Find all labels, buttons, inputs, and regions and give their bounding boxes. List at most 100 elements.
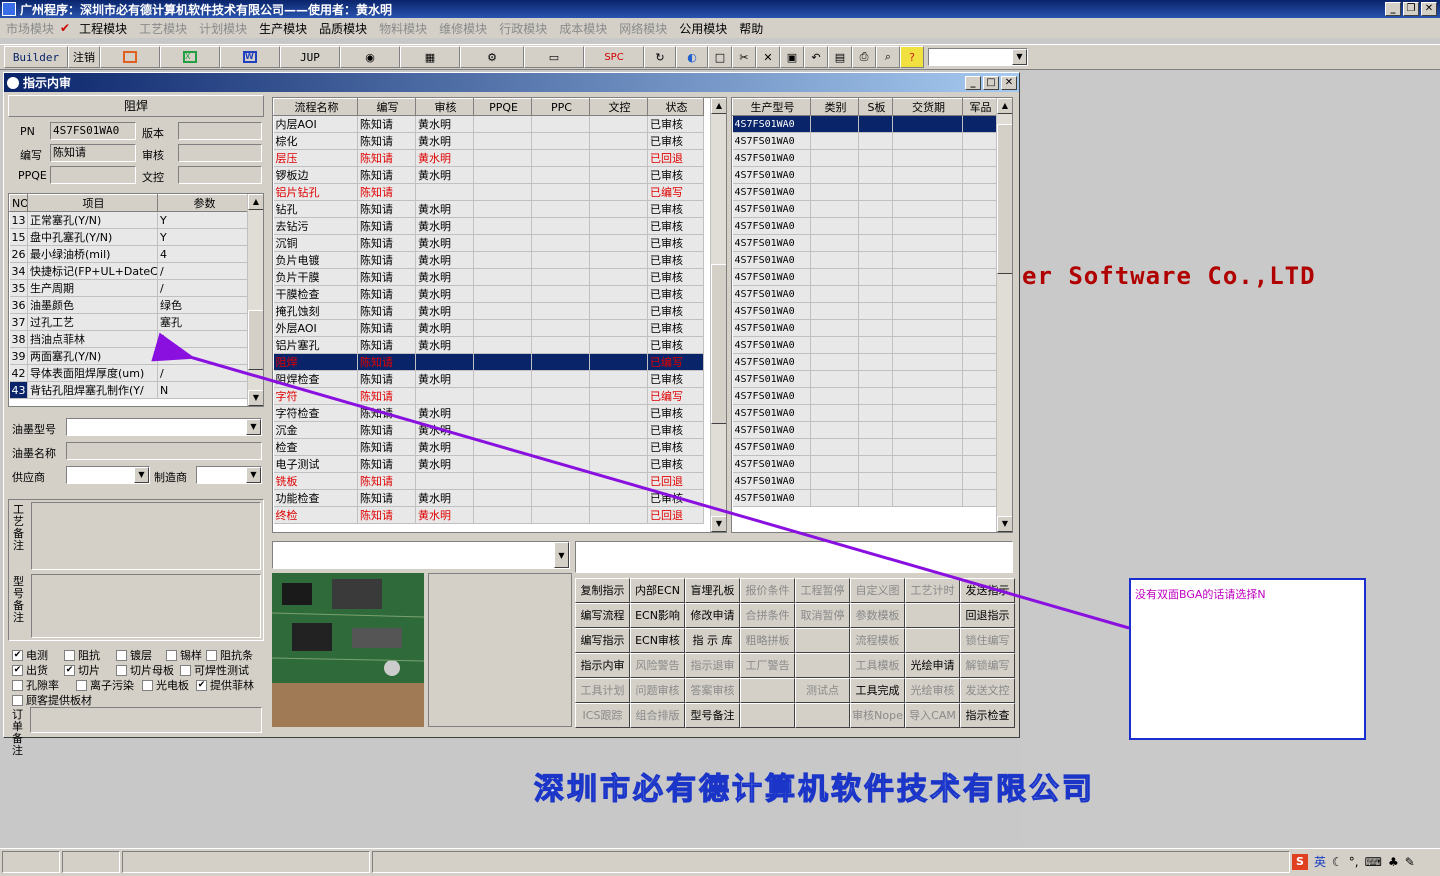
checkbox-box[interactable] [12,694,23,706]
flow-row[interactable]: 阻焊检查 陈知请 黄水明 已审核 [273,370,704,388]
model-scroll-down-icon[interactable]: ▼ [997,516,1012,532]
param-row[interactable]: 42 导体表面阻焊厚度(um) / [9,364,250,382]
model-header-cell[interactable]: 军品 [962,98,997,116]
model-header-cell[interactable]: 类别 [810,98,859,116]
flow-header-cell[interactable]: PPC [531,98,590,116]
action-button[interactable]: 工具完成 [850,678,905,703]
action-button[interactable] [795,653,850,678]
flow-row[interactable]: 负片电镀 陈知请 黄水明 已审核 [273,251,704,269]
model-row[interactable]: 4S7FS01WA0 [732,421,997,439]
new-file-icon[interactable]: □ [708,46,732,68]
action-button[interactable]: 报价条件 [740,578,795,603]
action-button[interactable]: 锁住编写 [960,628,1015,653]
checkbox-8[interactable]: 可焊性测试 [180,662,249,678]
supplier-select[interactable]: ▼ [66,466,150,484]
flow-header-cell[interactable]: PPQE [473,98,532,116]
flow-row[interactable]: 字符 陈知请 已编写 [273,387,704,405]
moon-icon[interactable]: ☾ [1332,855,1343,869]
help-icon[interactable]: ? [900,46,924,68]
flow-scroll-down-icon[interactable]: ▼ [711,516,726,532]
flow-row[interactable]: 内层AOI 陈知请 黄水明 已审核 [273,115,704,133]
word-icon[interactable]: W [220,46,280,68]
action-button[interactable]: 工程暂停 [795,578,850,603]
restore-button[interactable]: ❐ [1403,2,1419,16]
checkbox-2[interactable]: 镀层 [116,647,152,663]
action-button[interactable]: 工艺计时 [905,578,960,603]
param-row[interactable]: 35 生产周期 / [9,279,250,297]
action-button[interactable]: 光绘审核 [905,678,960,703]
action-button[interactable] [795,703,850,728]
flow-row[interactable]: 终检 陈知请 黄水明 已回退 [273,506,704,524]
model-scroll-thumb[interactable] [997,124,1012,274]
model-row[interactable]: 4S7FS01WA0 [732,268,997,286]
action-button[interactable]: 工厂警告 [740,653,795,678]
flow-row[interactable]: 字符检查 陈知请 黄水明 已审核 [273,404,704,422]
action-button[interactable]: 盲埋孔板 [685,578,740,603]
model-row[interactable]: 4S7FS01WA0 [732,302,997,320]
flow-row[interactable]: 掩孔蚀刻 陈知请 黄水明 已审核 [273,302,704,320]
checkbox-5[interactable]: ✔ 出货 [12,662,48,678]
model-row[interactable]: 4S7FS01WA0 [732,251,997,269]
ink-name-field[interactable] [66,442,262,460]
menu-item-5[interactable]: 品质模块 [313,20,373,37]
model-row[interactable]: 4S7FS01WA0 [732,183,997,201]
checkbox-1[interactable]: 阻抗 [64,647,100,663]
database-icon[interactable]: ▦ [400,46,460,68]
checkbox-6[interactable]: ✔ 切片 [64,662,100,678]
checkbox-box[interactable]: ✔ [64,664,75,676]
scroll-up-icon[interactable]: ▲ [248,194,263,210]
flow-row[interactable]: 锣板边 陈知请 黄水明 已审核 [273,166,704,184]
checkbox-0[interactable]: ✔ 电测 [12,647,48,663]
keyboard-icon[interactable]: ⌨ [1365,855,1382,869]
param-header-item[interactable]: 项目 [27,194,158,212]
find-icon[interactable]: ⌕ [876,46,900,68]
craft-note-field[interactable] [31,502,261,570]
action-button[interactable]: 复制指示 [575,578,630,603]
action-button[interactable]: ECN影响 [630,603,685,628]
action-button[interactable]: 参数模板 [850,603,905,628]
builder-button[interactable]: Builder [4,46,68,68]
version-field[interactable] [178,122,262,140]
action-button[interactable]: 流程模板 [850,628,905,653]
sogou-icon[interactable]: S [1292,853,1308,870]
wenkong-field[interactable] [178,166,262,184]
jup-button[interactable]: JUP [280,46,340,68]
toolbar-dropdown[interactable]: ▼ [928,48,1028,66]
logout-button[interactable]: 注销 [68,46,100,68]
order-note-field[interactable] [30,707,262,733]
checkbox-box[interactable] [116,649,127,661]
flow-row[interactable]: 沉铜 陈知请 黄水明 已审核 [273,234,704,252]
param-row[interactable]: 15 盘中孔塞孔(Y/N) Y [9,228,250,246]
flow-scroll-up-icon[interactable]: ▲ [711,98,726,114]
close-button[interactable]: ✕ [1421,2,1437,16]
action-button[interactable]: 解锁编写 [960,653,1015,678]
minimize-button[interactable]: _ [1385,2,1401,16]
action-button[interactable]: 型号备注 [685,703,740,728]
checkbox-box[interactable]: ✔ [196,679,207,691]
action-button[interactable]: 合拼条件 [740,603,795,628]
delete-icon[interactable]: ✕ [756,46,780,68]
action-button[interactable]: ECN审核 [630,628,685,653]
pn-field[interactable]: 4S7FS01WA0 [50,122,136,140]
menu-item-9[interactable]: 成本模块 [553,20,613,37]
action-button[interactable]: 编写流程 [575,603,630,628]
checkbox-9[interactable]: 孔隙率 [12,677,59,693]
eye-icon[interactable]: ◉ [340,46,400,68]
menu-item-11[interactable]: 公用模块 [673,20,733,37]
action-button[interactable]: 光绘申请 [905,653,960,678]
flow-row[interactable]: 沉金 陈知请 黄水明 已审核 [273,421,704,439]
action-button[interactable]: 审核Nope [850,703,905,728]
action-button[interactable]: ICS跟踪 [575,703,630,728]
checkbox-box[interactable] [180,664,191,676]
param-row[interactable]: 36 油墨颜色 绿色 [9,296,250,314]
comment-field[interactable] [575,541,1013,573]
action-button[interactable]: 粗略拼板 [740,628,795,653]
flow-row[interactable]: 外层AOI 陈知请 黄水明 已审核 [273,319,704,337]
checkbox-box[interactable] [116,664,127,676]
flow-row[interactable]: 铝片钻孔 陈知请 已编写 [273,183,704,201]
flow-row[interactable]: 层压 陈知请 黄水明 已回退 [273,149,704,167]
action-button[interactable] [905,603,960,628]
action-button[interactable]: 取消暂停 [795,603,850,628]
flow-row[interactable]: 铝片塞孔 陈知请 黄水明 已审核 [273,336,704,354]
powerpoint-icon[interactable] [100,46,160,68]
